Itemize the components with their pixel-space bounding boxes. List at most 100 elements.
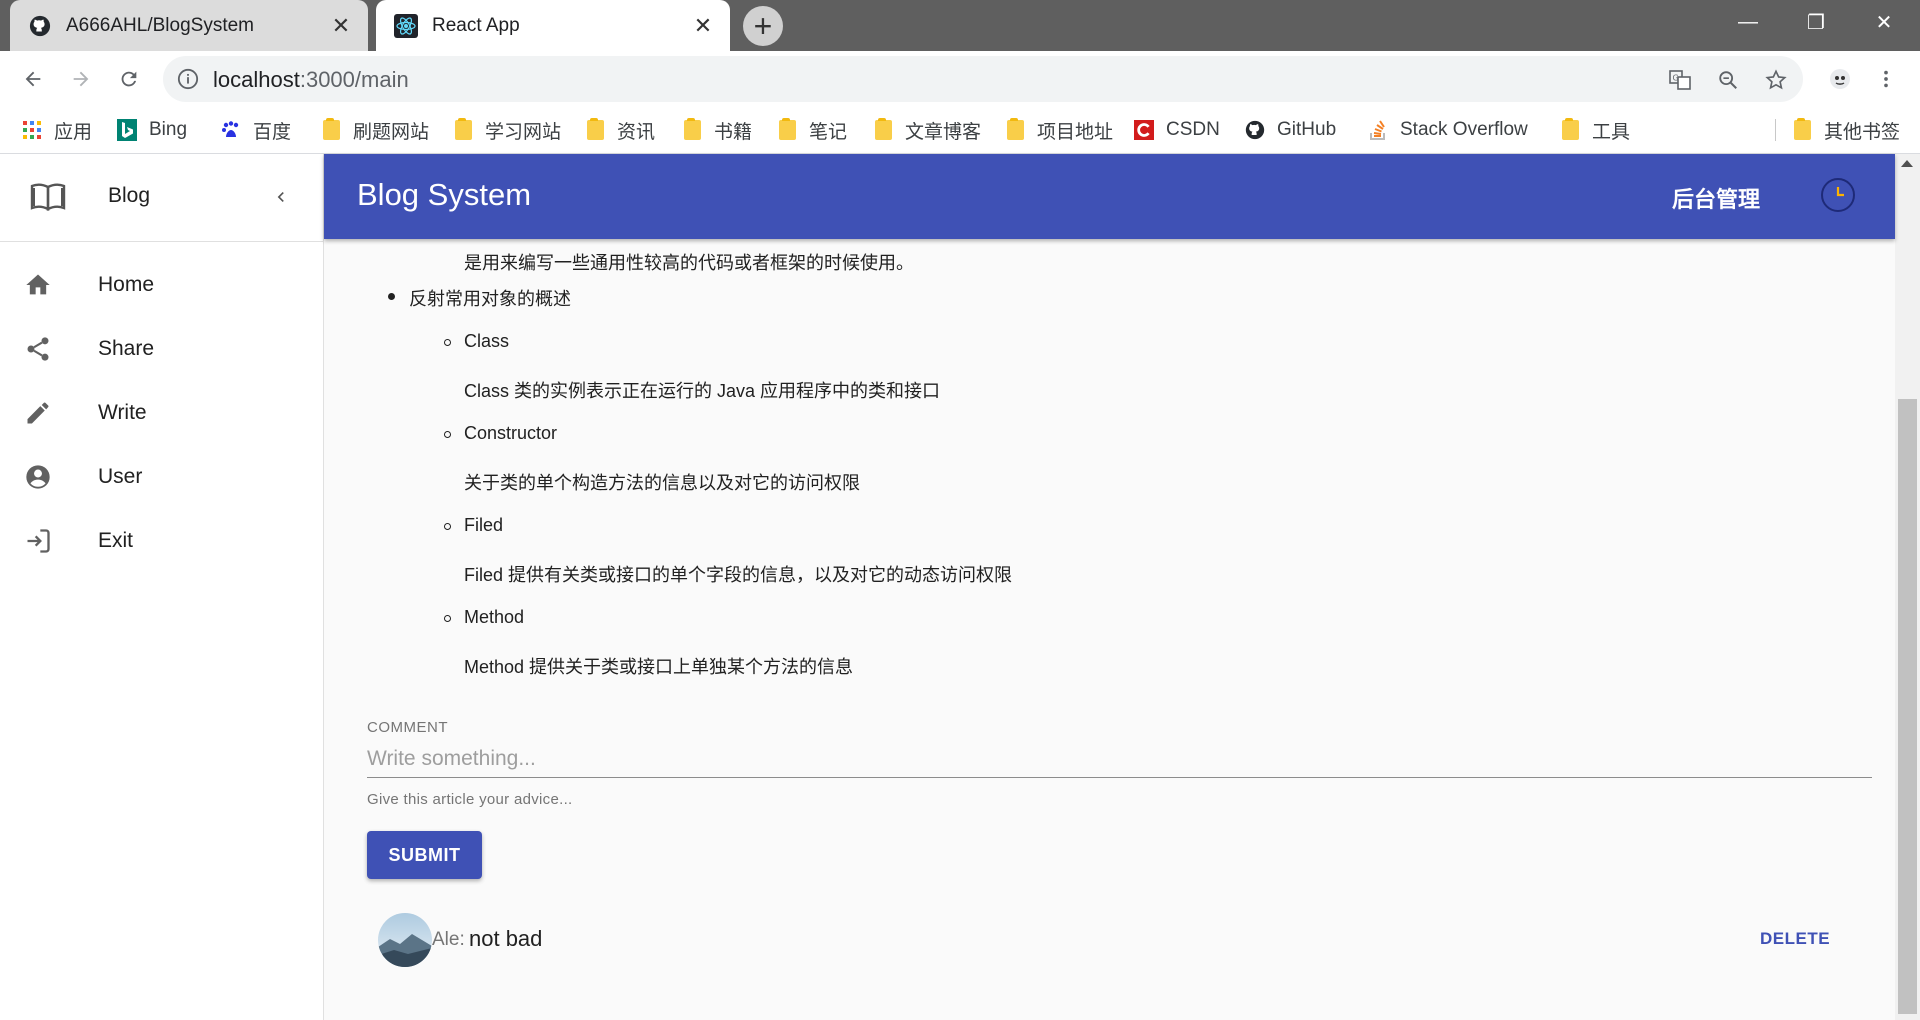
url-path: :3000/main bbox=[299, 67, 409, 92]
nav-label: Write bbox=[98, 401, 147, 424]
url-host: localhost bbox=[213, 67, 300, 92]
bookmark-bing[interactable]: Bing bbox=[117, 107, 187, 153]
bookmarks-divider bbox=[1775, 119, 1776, 141]
translate-icon[interactable]: G bbox=[1665, 65, 1695, 95]
bookmark-label: 工具 bbox=[1592, 121, 1631, 143]
bookmark-csdn[interactable]: CSDN bbox=[1134, 107, 1220, 153]
item-name: Filed bbox=[464, 515, 504, 535]
bookmark-folder[interactable]: 工具 bbox=[1560, 107, 1630, 153]
bullet bbox=[388, 293, 395, 300]
browser-tab-react-app[interactable]: React App ✕ bbox=[376, 0, 730, 51]
address-bar[interactable]: localhost:3000/main G bbox=[163, 56, 1803, 102]
submit-button[interactable]: SUBMIT bbox=[367, 831, 482, 879]
item-name: Class bbox=[464, 331, 510, 351]
comment-input[interactable] bbox=[367, 741, 1872, 778]
bookmark-folder[interactable]: 文章博客 bbox=[873, 107, 981, 153]
delete-comment-button[interactable]: DELETE bbox=[1760, 929, 1830, 949]
github-icon bbox=[1245, 120, 1265, 140]
close-tab-icon[interactable]: ✕ bbox=[328, 13, 354, 39]
article-paragraph: 是用来编写一些通用性较高的代码或者框架的时候使用。 bbox=[464, 253, 914, 273]
comment-helper-text: Give this article your advice... bbox=[367, 791, 573, 808]
nav-item-exit[interactable]: Exit bbox=[0, 511, 323, 571]
close-window-button[interactable]: ✕ bbox=[1850, 0, 1918, 44]
comment-text: not bad bbox=[469, 926, 543, 951]
nav-item-write[interactable]: Write bbox=[0, 383, 323, 443]
nav-label: Share bbox=[98, 337, 155, 360]
nav-item-share[interactable]: Share bbox=[0, 319, 323, 379]
clock-icon[interactable] bbox=[1821, 178, 1855, 212]
info-icon[interactable] bbox=[177, 68, 199, 90]
minimize-button[interactable]: — bbox=[1714, 0, 1782, 44]
folder-icon bbox=[1792, 118, 1812, 140]
exit-icon bbox=[22, 525, 54, 557]
reload-button[interactable] bbox=[111, 61, 147, 97]
tab-title: React App bbox=[432, 14, 520, 36]
bookmark-folder[interactable]: 学习网站 bbox=[453, 107, 561, 153]
chevron-left-icon[interactable] bbox=[268, 184, 294, 210]
nav-item-user[interactable]: User bbox=[0, 447, 323, 507]
bookmark-label: 资讯 bbox=[617, 121, 656, 143]
bookmark-folder[interactable]: 项目地址 bbox=[1005, 107, 1113, 153]
browser-tab-github[interactable]: A666AHL/BlogSystem ✕ bbox=[10, 0, 368, 51]
app-title: Blog System bbox=[357, 177, 532, 212]
bookmarks-bar: 应用 Bing 百度 刷题网站 学习网站 资讯 书籍 笔记 文章博客 项目地址 … bbox=[0, 107, 1920, 154]
svg-text:G: G bbox=[1673, 74, 1679, 83]
restore-button[interactable]: ❐ bbox=[1782, 0, 1850, 44]
bookmark-star-icon[interactable] bbox=[1761, 65, 1791, 95]
browser-tab-strip: A666AHL/BlogSystem ✕ React App ✕ + — ❐ ✕ bbox=[0, 0, 1920, 51]
bookmark-baidu[interactable]: 百度 bbox=[221, 107, 291, 153]
bookmark-label: Stack Overflow bbox=[1400, 119, 1528, 140]
profile-avatar[interactable] bbox=[1822, 61, 1858, 97]
sub-bullet bbox=[444, 431, 451, 438]
new-tab-button[interactable]: + bbox=[743, 6, 783, 46]
item-name: Method bbox=[464, 607, 525, 627]
nav-label: Home bbox=[98, 273, 155, 296]
bookmark-stackoverflow[interactable]: Stack Overflow bbox=[1368, 107, 1528, 153]
admin-link[interactable]: 后台管理 bbox=[1672, 182, 1760, 214]
nav-item-home[interactable]: Home bbox=[0, 255, 323, 315]
back-button[interactable] bbox=[15, 61, 51, 97]
browser-menu-button[interactable] bbox=[1868, 61, 1904, 97]
bookmark-folder[interactable]: 刷题网站 bbox=[321, 107, 429, 153]
more-vert-icon bbox=[1884, 70, 1888, 88]
zoom-icon[interactable] bbox=[1713, 65, 1743, 95]
close-tab-icon[interactable]: ✕ bbox=[690, 13, 716, 39]
bookmark-apps[interactable]: 应用 bbox=[22, 107, 92, 153]
sub-bullet bbox=[444, 339, 451, 346]
bookmark-folder[interactable]: 笔记 bbox=[777, 107, 847, 153]
bookmark-folder[interactable]: 资讯 bbox=[585, 107, 655, 153]
bookmark-label: 其他书签 bbox=[1824, 121, 1901, 143]
scroll-up-arrow-icon[interactable] bbox=[1901, 160, 1913, 167]
stackoverflow-icon bbox=[1368, 120, 1388, 140]
side-drawer: Blog Home Share Write User Exit bbox=[0, 154, 324, 1020]
reload-icon bbox=[121, 71, 137, 87]
folder-icon bbox=[1560, 118, 1580, 140]
comment-author: Ale: bbox=[432, 929, 465, 950]
bookmark-github[interactable]: GitHub bbox=[1245, 107, 1336, 153]
folder-icon bbox=[321, 118, 341, 140]
bookmark-label: 刷题网站 bbox=[353, 121, 430, 143]
baidu-icon bbox=[221, 120, 241, 140]
extension-icon bbox=[1830, 69, 1850, 89]
drawer-title: Blog bbox=[108, 184, 151, 207]
forward-arrow-icon bbox=[73, 71, 89, 87]
scrollbar-thumb[interactable] bbox=[1898, 399, 1917, 1014]
url-text[interactable]: localhost:3000/main bbox=[213, 67, 409, 93]
bookmark-label: CSDN bbox=[1166, 119, 1220, 140]
bookmark-other-folder[interactable]: 其他书签 bbox=[1792, 107, 1900, 153]
sub-bullet bbox=[444, 615, 451, 622]
section-heading: 反射常用对象的概述 bbox=[409, 289, 571, 309]
item-desc: 关于类的单个构造方法的信息以及对它的访问权限 bbox=[464, 473, 860, 493]
nav-label: User bbox=[98, 465, 143, 488]
bookmark-label: 笔记 bbox=[809, 121, 848, 143]
page-scrollbar[interactable] bbox=[1895, 154, 1920, 1020]
app-bar: Blog System 后台管理 bbox=[324, 154, 1895, 239]
forward-button[interactable] bbox=[63, 61, 99, 97]
bookmark-label: 学习网站 bbox=[485, 121, 562, 143]
bookmark-folder[interactable]: 书籍 bbox=[682, 107, 752, 153]
sub-bullet bbox=[444, 523, 451, 530]
bookmark-label: 百度 bbox=[253, 121, 292, 143]
book-open-icon bbox=[30, 182, 66, 217]
folder-icon bbox=[682, 118, 702, 140]
apps-grid-icon bbox=[22, 120, 42, 140]
